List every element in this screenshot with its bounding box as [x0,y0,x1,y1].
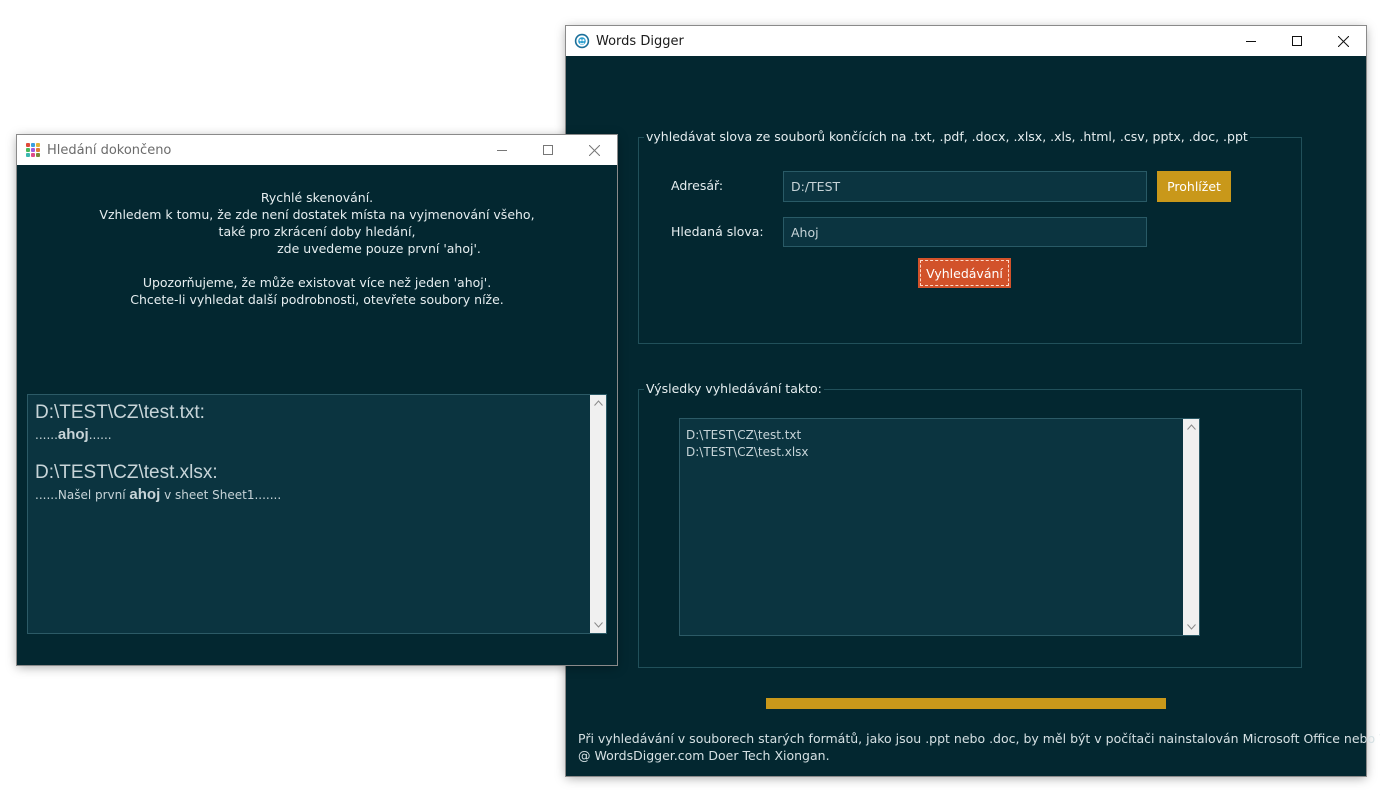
scroll-up-arrow[interactable] [590,395,606,411]
result-item-xlsx[interactable]: D:\TEST\CZ\test.xlsx [686,444,809,461]
snippet-suffix: ...... [88,428,112,442]
footer-note: Při vyhledávání v souborech starých form… [578,730,1380,764]
snippet-keyword: ahoj [57,426,89,443]
close-icon [588,144,600,156]
snippet-keyword: ahoj [129,486,161,503]
directory-value: D:/TEST [791,179,841,194]
message-line: zde uvedeme pouze první 'ahoj'. [277,241,481,256]
minimize-icon [1246,41,1256,42]
dialog-maximize-button[interactable] [525,135,571,165]
message-line: Chcete-li vyhledat další podrobnosti, ot… [130,292,504,307]
search-words-value: Ahoj [791,224,819,240]
match-file-xlsx: D:\TEST\CZ\test.xlsx: [35,462,218,483]
dialog-titlebar[interactable]: Hledání dokončeno [17,135,617,165]
dialog-message: Rychlé skenování. Vzhledem k tomu, že zd… [17,189,617,308]
result-item-txt[interactable]: D:\TEST\CZ\test.txt [686,427,809,444]
results-scrollbar[interactable] [1183,419,1199,635]
close-button[interactable] [1320,26,1366,56]
main-titlebar[interactable]: Words Digger [566,26,1366,56]
search-finished-dialog: Hledání dokončeno Rychlé skenování. Vzhl… [17,135,617,665]
dialog-close-button[interactable] [571,135,617,165]
minimize-button[interactable] [1228,26,1274,56]
scroll-up-arrow[interactable] [1183,419,1199,435]
chevron-down-icon [1186,624,1196,630]
browse-button[interactable]: Prohlížet [1157,171,1231,202]
message-line: také pro zkrácení doby hledání, [218,224,416,239]
details-scrollbar[interactable] [590,395,606,633]
match-details-box[interactable]: D:\TEST\CZ\test.txt: ......ahoj...... D:… [27,394,607,634]
dialog-title: Hledání dokončeno [47,142,172,158]
footer-line-office: Při vyhledávání v souborech starých form… [578,731,1380,746]
snippet-prefix: ......Našel první [35,488,130,502]
app-logo-icon [574,33,590,49]
search-button[interactable]: Vyhledávání [918,258,1011,288]
search-words-label: Hledaná slova: [671,224,764,239]
message-line: Rychlé skenování. [260,190,374,205]
match-snippet-xlsx: ......Našel první ahoj v sheet Sheet1...… [35,486,281,503]
message-line: Upozorňujeme, že může existovat více než… [142,275,492,290]
dialog-minimize-button[interactable] [479,135,525,165]
message-line: Vzhledem k tomu, že zde není dostatek mí… [99,207,535,222]
maximize-button[interactable] [1274,26,1320,56]
chevron-down-icon [593,622,603,628]
match-file-txt: D:\TEST\CZ\test.txt: [35,402,205,423]
snippet-suffix: v sheet Sheet1....... [160,488,282,502]
snippet-prefix: ...... [35,428,58,442]
directory-input[interactable]: D:/TEST [783,171,1147,202]
footer-line-copyright: @ WordsDigger.com Doer Tech Xiongan. [578,748,830,763]
progress-bar [766,698,1166,709]
scroll-down-arrow[interactable] [590,617,606,633]
words-digger-window: Words Digger vyhledávat slova ze souborů… [566,26,1380,776]
directory-label: Adresář: [671,178,724,193]
chevron-up-icon [593,400,603,406]
chevron-up-icon [1186,424,1196,430]
main-window-title: Words Digger [596,33,684,49]
close-icon [1337,35,1349,47]
search-words-input[interactable]: Ahoj [783,217,1147,247]
maximize-icon [1292,36,1302,46]
dialog-app-icon [25,142,41,158]
results-list[interactable]: D:\TEST\CZ\test.txt D:\TEST\CZ\test.xlsx [679,418,1200,636]
results-group-label: Výsledky vyhledávání takto: [644,381,824,396]
search-group-label: vyhledávat slova ze souborů končících na… [644,129,1250,144]
scroll-down-arrow[interactable] [1183,619,1199,635]
minimize-icon [497,150,507,151]
match-snippet-txt: ......ahoj...... [35,426,112,443]
maximize-icon [543,145,553,155]
